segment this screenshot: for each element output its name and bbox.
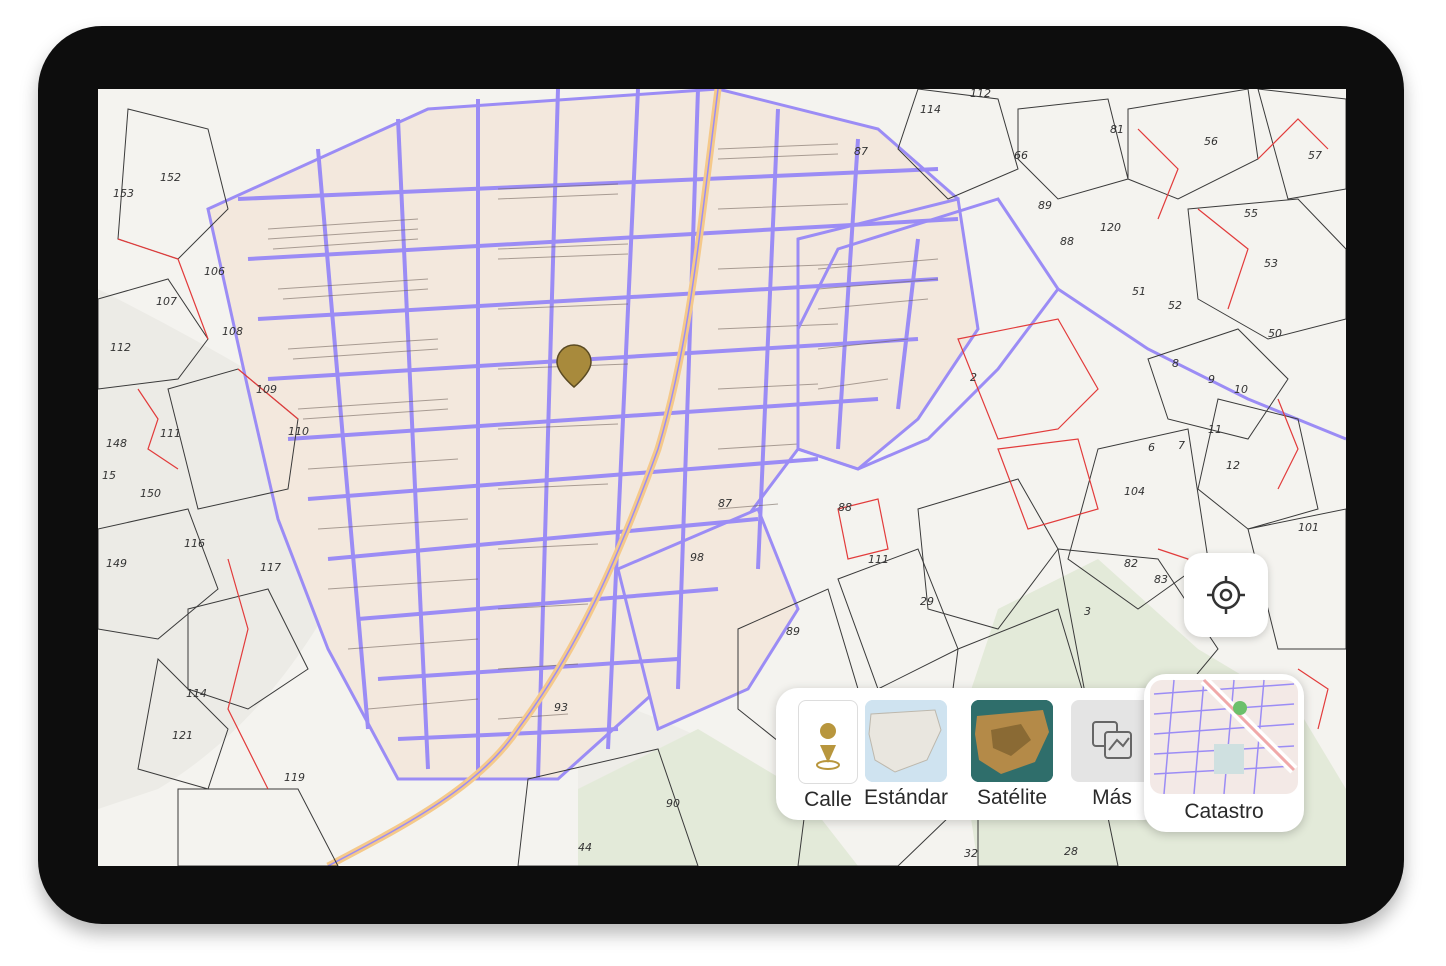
- layer-satelite-label: Satélite: [976, 786, 1048, 809]
- parcel-label: 10: [1234, 383, 1248, 396]
- parcel-label: 15: [102, 469, 116, 482]
- parcel-label: 152: [160, 171, 181, 184]
- map-layer-selector: Calle Estándar Satélite Más: [776, 688, 1166, 820]
- parcel-label: 89: [786, 625, 800, 638]
- parcel-label: 7: [1178, 439, 1185, 452]
- cadastre-map-thumbnail: [1150, 676, 1298, 795]
- layer-catastro-label: Catastro: [1184, 800, 1264, 823]
- parcel-label: 112: [970, 89, 991, 100]
- parcel-label: 32: [964, 847, 978, 860]
- parcel-label: 88: [838, 501, 852, 514]
- parcel-label: 87: [854, 145, 868, 158]
- parcel-label: 66: [1014, 149, 1028, 162]
- parcel-label: 57: [1308, 149, 1322, 162]
- parcel-label: 108: [222, 325, 243, 338]
- parcel-label: 104: [1124, 485, 1145, 498]
- parcel-label: 50: [1268, 327, 1282, 340]
- layer-estandar-option[interactable]: Estándar: [864, 700, 948, 810]
- parcel-label: 2: [970, 371, 977, 384]
- layer-mas-option[interactable]: Más: [1070, 700, 1154, 810]
- parcel-label: 29: [920, 595, 934, 608]
- parcel-label: 119: [284, 771, 305, 784]
- parcel-label: 109: [256, 383, 277, 396]
- parcel-label: 114: [920, 103, 941, 116]
- parcel-label: 93: [554, 701, 568, 714]
- parcel-label: 110: [288, 425, 309, 438]
- parcel-label: 44: [578, 841, 592, 854]
- parcel-label: 89: [1038, 199, 1052, 212]
- locate-me-button[interactable]: [1184, 553, 1268, 637]
- parcel-label: 120: [1100, 221, 1121, 234]
- more-layers-icon: [1071, 700, 1153, 782]
- parcel-label: 51: [1132, 285, 1146, 298]
- parcel-label: 150: [140, 487, 161, 500]
- layer-catastro-option[interactable]: Catastro: [1144, 674, 1304, 832]
- parcel-label: 116: [184, 537, 205, 550]
- parcel-label: 53: [1264, 257, 1278, 270]
- crosshair-icon: [1207, 576, 1245, 614]
- standard-map-thumbnail: [865, 700, 947, 782]
- parcel-label: 87: [718, 497, 732, 510]
- parcel-label: 81: [1110, 123, 1124, 136]
- layer-satelite-option[interactable]: Satélite: [970, 700, 1054, 810]
- layer-mas-label: Más: [1092, 786, 1132, 809]
- parcel-label: 153: [113, 187, 134, 200]
- parcel-label: 83: [1154, 573, 1168, 586]
- parcel-label: 111: [868, 553, 889, 566]
- parcel-label: 8: [1172, 357, 1179, 370]
- parcel-label: 106: [204, 265, 225, 278]
- map-screen[interactable]: 152 153 107 106 108 112 109 111 148 15 1…: [98, 89, 1346, 866]
- satellite-map-thumbnail: [971, 700, 1053, 782]
- parcel-label: 55: [1244, 207, 1258, 220]
- parcel-label: 9: [1208, 373, 1215, 386]
- parcel-label: 111: [160, 427, 181, 440]
- parcel-label: 114: [186, 687, 207, 700]
- layer-calle-label: Calle: [804, 788, 852, 811]
- parcel-label: 148: [106, 437, 127, 450]
- parcel-label: 82: [1124, 557, 1138, 570]
- parcel-label: 3: [1084, 605, 1091, 618]
- parcel-label: 121: [172, 729, 193, 742]
- parcel-label: 6: [1148, 441, 1155, 454]
- parcel-label: 12: [1226, 459, 1240, 472]
- parcel-label: 101: [1298, 521, 1319, 534]
- parcel-label: 149: [106, 557, 127, 570]
- layer-estandar-label: Estándar: [864, 786, 949, 809]
- parcel-label: 98: [690, 551, 704, 564]
- parcel-label: 117: [260, 561, 281, 574]
- parcel-label: 56: [1204, 135, 1218, 148]
- parcel-label: 90: [666, 797, 680, 810]
- parcel-label: 112: [110, 341, 131, 354]
- parcel-label: 88: [1060, 235, 1074, 248]
- parcel-label: 11: [1208, 423, 1222, 436]
- parcel-label: 28: [1064, 845, 1078, 858]
- parcel-label: 52: [1168, 299, 1182, 312]
- street-pin-icon: [798, 700, 858, 784]
- parcel-label: 107: [156, 295, 177, 308]
- layer-calle-option[interactable]: Calle: [786, 700, 870, 812]
